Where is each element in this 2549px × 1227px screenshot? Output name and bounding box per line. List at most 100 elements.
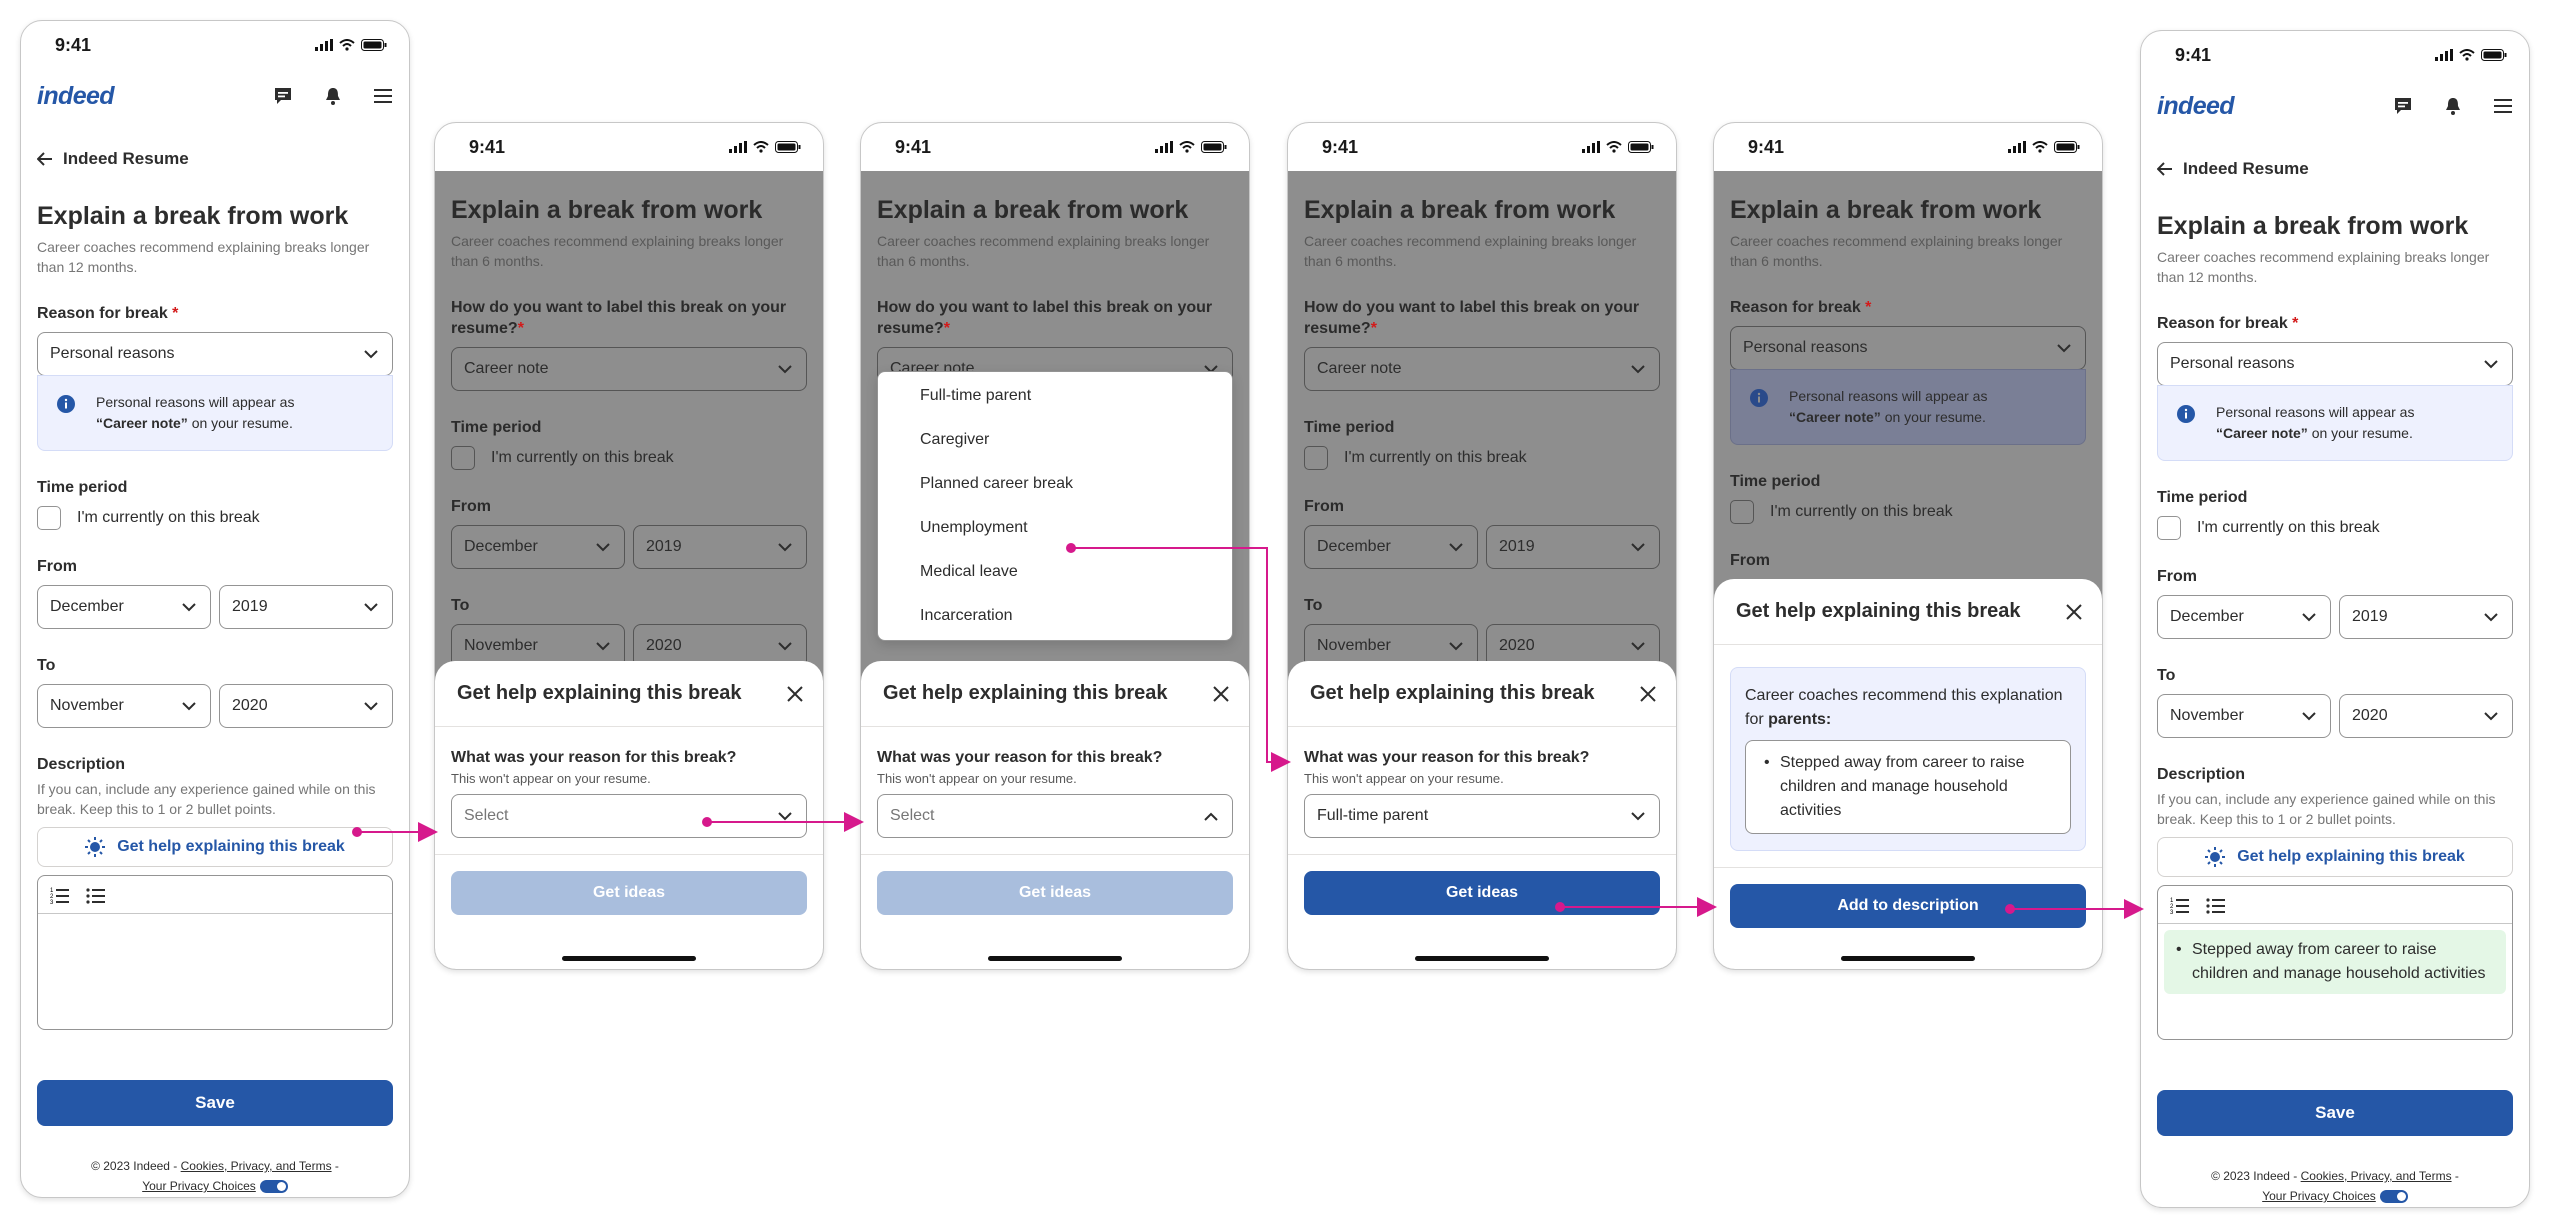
lightbulb-sun-icon	[85, 837, 106, 857]
arrow-left-icon	[2157, 162, 2172, 176]
chevron-down-icon	[2057, 343, 2071, 352]
footer-terms-link[interactable]: Cookies, Privacy, and Terms	[181, 1159, 332, 1173]
wifi-icon	[339, 39, 355, 51]
info-bold: “Career note”	[96, 415, 188, 431]
menu-icon[interactable]	[2493, 96, 2513, 116]
description-label: Description	[37, 756, 126, 773]
save-button[interactable]: Save	[2157, 1090, 2513, 1136]
option-medical-leave[interactable]: Medical leave	[878, 550, 1232, 594]
arrow-left-icon	[37, 152, 52, 166]
reason-dropdown[interactable]: Select	[451, 794, 807, 838]
info-icon	[1750, 389, 1768, 407]
option-incarceration[interactable]: Incarceration	[878, 594, 1232, 638]
reason-question: What was your reason for this break?	[451, 749, 737, 766]
description-editor[interactable]: 123	[37, 875, 393, 1030]
battery-icon	[2054, 141, 2080, 153]
reason-options-list: Full-time parent Caregiver Planned caree…	[877, 371, 1233, 641]
description-editor[interactable]: 123 Stepped away from career to raise ch…	[2157, 885, 2513, 1040]
from-year-select[interactable]: 2019	[219, 585, 393, 629]
checkbox-box[interactable]	[37, 506, 61, 530]
signal-icon	[1582, 141, 1600, 153]
bulleted-list-icon[interactable]	[86, 886, 106, 904]
chevron-down-icon	[2302, 711, 2316, 720]
messages-icon[interactable]	[2393, 96, 2413, 116]
info-icon	[57, 395, 75, 413]
label-select[interactable]: Career note	[451, 347, 807, 391]
signal-icon	[2008, 141, 2026, 153]
bulleted-list-icon[interactable]	[2206, 896, 2226, 914]
indeed-logo[interactable]: indeed	[37, 82, 115, 111]
reason-label: Reason for break *	[37, 305, 179, 322]
get-ideas-button[interactable]: Get ideas	[1304, 871, 1660, 915]
option-caregiver[interactable]: Caregiver	[878, 418, 1232, 462]
battery-icon	[361, 39, 387, 51]
reason-select[interactable]: Personal reasons	[37, 332, 393, 376]
privacy-toggle-icon	[259, 1180, 288, 1194]
chevron-down-icon	[364, 701, 378, 710]
notifications-icon[interactable]	[323, 86, 343, 106]
lightbulb-sun-icon	[2205, 847, 2226, 867]
wifi-icon	[753, 141, 769, 153]
option-planned-career-break[interactable]: Planned career break	[878, 462, 1232, 506]
phone-screen-help-sheet: 9:41 Explain a break from work Career co…	[434, 122, 824, 970]
back-link-label: Indeed Resume	[63, 149, 189, 168]
status-bar: 9:41	[21, 21, 409, 69]
chevron-down-icon	[2484, 711, 2498, 720]
page-subtitle: Career coaches recommend explaining brea…	[37, 239, 370, 275]
option-unemployment[interactable]: Unemployment	[878, 506, 1232, 550]
option-full-time-parent[interactable]: Full-time parent	[878, 374, 1232, 418]
battery-icon	[775, 141, 801, 153]
current-break-checkbox[interactable]: I'm currently on this break	[37, 506, 393, 530]
reason-dropdown-open[interactable]: Select	[877, 794, 1233, 838]
save-button[interactable]: Save	[37, 1080, 393, 1126]
chevron-down-icon	[364, 349, 378, 358]
messages-icon[interactable]	[273, 86, 293, 106]
status-icons	[315, 39, 387, 51]
home-indicator	[562, 956, 696, 961]
signal-icon	[729, 141, 747, 153]
privacy-choices-link[interactable]: Your Privacy Choices	[2262, 1189, 2376, 1203]
chevron-down-icon	[2302, 612, 2316, 621]
chevron-down-icon	[1449, 542, 1463, 551]
signal-icon	[315, 39, 333, 51]
chevron-down-icon	[364, 602, 378, 611]
indeed-logo[interactable]: indeed	[2157, 92, 2235, 121]
get-help-button[interactable]: Get help explaining this break	[37, 827, 393, 867]
numbered-list-icon[interactable]: 123	[50, 886, 70, 904]
reason-dropdown-selected[interactable]: Full-time parent	[1304, 794, 1660, 838]
signal-icon	[2435, 49, 2453, 61]
chevron-down-icon	[778, 364, 792, 373]
chevron-down-icon	[778, 811, 792, 820]
chevron-down-icon	[2484, 359, 2498, 368]
description-hint: If you can, include any experience gaine…	[37, 781, 376, 817]
from-month-select[interactable]: December	[37, 585, 211, 629]
get-help-button[interactable]: Get help explaining this break	[2157, 837, 2513, 877]
footer-terms-link[interactable]: Cookies, Privacy, and Terms	[2301, 1169, 2452, 1183]
chevron-down-icon	[1449, 641, 1463, 650]
suggested-bullet: Stepped away from career to raise childr…	[1745, 740, 2071, 834]
chevron-down-icon	[778, 542, 792, 551]
help-sheet: Get help explaining this break What was …	[435, 661, 823, 969]
to-month-select[interactable]: November	[37, 684, 211, 728]
phone-screen-option-selected: 9:41 Explain a break from work Career co…	[1287, 122, 1677, 970]
privacy-choices-link[interactable]: Your Privacy Choices	[142, 1179, 256, 1193]
get-ideas-button[interactable]: Get ideas	[451, 871, 807, 915]
added-description-bullet[interactable]: Stepped away from career to raise childr…	[2164, 930, 2506, 994]
to-year-select[interactable]: 2020	[219, 684, 393, 728]
svg-text:3: 3	[2170, 910, 2174, 914]
phone-screen-suggestion: 9:41 Explain a break from work Career co…	[1713, 122, 2103, 970]
status-time: 9:41	[55, 34, 92, 55]
close-icon[interactable]	[1640, 685, 1656, 702]
back-link[interactable]: Indeed Resume	[2157, 159, 2513, 179]
close-icon[interactable]	[1213, 685, 1229, 702]
phone-screen-final: 9:41 indeed Indeed Resume Explain a brea…	[2140, 30, 2530, 1208]
back-link[interactable]: Indeed Resume	[37, 149, 393, 169]
close-icon[interactable]	[2066, 603, 2082, 620]
add-to-description-button[interactable]: Add to description	[1730, 884, 2086, 928]
chevron-down-icon	[596, 641, 610, 650]
svg-text:3: 3	[50, 900, 54, 904]
notifications-icon[interactable]	[2443, 96, 2463, 116]
numbered-list-icon[interactable]: 123	[2170, 896, 2190, 914]
menu-icon[interactable]	[373, 86, 393, 106]
close-icon[interactable]	[787, 685, 803, 702]
